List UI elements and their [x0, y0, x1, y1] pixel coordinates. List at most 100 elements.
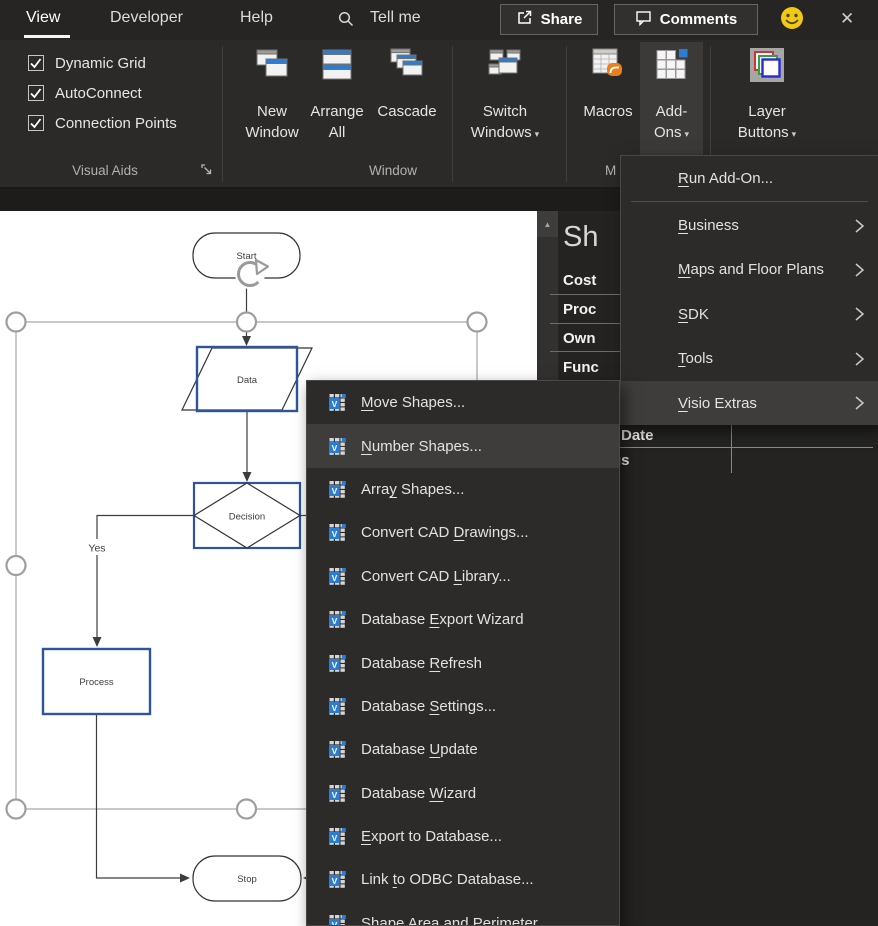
yes-connector-label: Yes [88, 543, 105, 555]
visio-addon-icon: V [329, 871, 346, 889]
menu-item-label: Link to ODBC Database... [361, 871, 534, 889]
menu-item-database-settings[interactable]: V Database Settings... [307, 685, 619, 728]
rotation-handle[interactable] [235, 258, 270, 289]
switch-windows-button[interactable]: Switch Windows ▾ [457, 42, 553, 160]
menu-item-sdk[interactable]: SDK [621, 292, 878, 336]
checkbox-connection-points[interactable]: Connection Points [0, 108, 177, 138]
menu-item-business[interactable]: Business [621, 203, 878, 247]
checkbox-autoconnect[interactable]: AutoConnect [0, 78, 177, 108]
visio-addon-icon: V [329, 741, 346, 759]
macros-label: Macros [583, 103, 633, 120]
panel-row-function: Func [563, 359, 599, 376]
add-ons-label: Add- [655, 103, 688, 120]
menu-item-run-add-on[interactable]: Run Add-On... [621, 156, 878, 200]
menu-item-shape-area-and-perimeter[interactable]: V Shape Area and Perimeter [307, 902, 619, 926]
menu-item-label: Run Add-On... [678, 169, 774, 187]
tab-view[interactable]: View [26, 9, 60, 27]
menu-item-label: Number Shapes... [361, 437, 482, 455]
menu-item-label: Shape Area and Perimeter [361, 914, 538, 926]
svg-text:V: V [332, 486, 338, 496]
menu-separator [631, 201, 868, 203]
menu-item-export-to-database[interactable]: V Export to Database... [307, 815, 619, 858]
menu-item-convert-cad-library[interactable]: V Convert CAD Library... [307, 555, 619, 598]
macros-icon [591, 48, 625, 84]
checkbox-dynamic-grid[interactable]: Dynamic Grid [0, 48, 177, 78]
menu-item-database-update[interactable]: V Database Update [307, 728, 619, 771]
menu-item-visio-extras[interactable]: Visio Extras [621, 380, 878, 426]
menu-item-label: Tools [678, 350, 714, 368]
share-button[interactable]: Share [500, 4, 598, 35]
new-window-button[interactable]: New Window [237, 42, 307, 160]
visio-addon-icon: V [329, 524, 346, 542]
menu-item-label: Move Shapes... [361, 394, 466, 412]
menu-item-label: Database Refresh [361, 654, 482, 672]
panel-heading: Sh [563, 221, 599, 253]
visual-aids-group: Dynamic Grid AutoConnect Connection Points [0, 48, 177, 138]
tab-help[interactable]: Help [240, 9, 273, 27]
submenu-chevron-icon [855, 395, 864, 411]
close-button[interactable]: ✕ [840, 9, 854, 29]
process-label: Process [79, 677, 114, 688]
arrange-all-button[interactable]: Arrange All [307, 42, 367, 160]
menu-item-database-wizard[interactable]: V Database Wizard [307, 772, 619, 815]
search-icon[interactable] [337, 10, 355, 33]
menu-item-tools[interactable]: Tools [621, 337, 878, 381]
new-window-icon [254, 48, 290, 86]
arrange-all-label: Arrange [310, 103, 364, 120]
menu-item-array-shapes[interactable]: V Array Shapes... [307, 468, 619, 511]
visio-addon-icon: V [329, 828, 346, 845]
visio-addon-icon: V [329, 784, 346, 802]
group-label-visual-aids: Visual Aids [72, 163, 138, 178]
tab-developer[interactable]: Developer [110, 9, 183, 27]
visio-addon-icon: V [329, 437, 346, 455]
share-icon [516, 9, 533, 30]
group-label-macros-fragment: M [605, 163, 617, 178]
connector-arrowheads [92, 336, 313, 883]
layer-buttons-label: Layer [748, 103, 786, 120]
checkbox-icon [28, 55, 44, 71]
visio-window: { "icons": {"dropdown":"▾","scroll_up":"… [0, 0, 878, 926]
menu-item-label: Export to Database... [361, 828, 502, 846]
add-ons-button[interactable]: Add- Ons ▾ [640, 42, 703, 155]
submenu-chevron-icon [855, 351, 864, 367]
dropdown-arrow-icon: ▾ [684, 129, 690, 139]
menu-item-maps-and-floor-plans[interactable]: Maps and Floor Plans [621, 248, 878, 292]
menu-item-convert-cad-drawings[interactable]: V Convert CAD Drawings... [307, 511, 619, 554]
svg-text:V: V [332, 573, 338, 583]
svg-text:V: V [332, 659, 338, 669]
menu-item-label: Database Settings... [361, 697, 497, 715]
menu-item-link-to-odbc-database[interactable]: V Link to ODBC Database... [307, 858, 619, 901]
checkbox-icon [28, 115, 44, 131]
menu-item-number-shapes[interactable]: V Number Shapes... [307, 424, 619, 468]
menu-item-move-shapes[interactable]: V Move Shapes... [307, 381, 619, 424]
stop-label: Stop [237, 874, 257, 885]
svg-text:V: V [332, 876, 338, 886]
group-inner-separator [452, 46, 453, 182]
tell-me-box[interactable]: Tell me [370, 9, 421, 27]
arrange-all-icon [319, 48, 355, 86]
feedback-smiley-icon[interactable] [779, 5, 805, 36]
panel-row-cost: Cost [563, 272, 597, 289]
menu-item-label: Maps and Floor Plans [678, 261, 824, 279]
switch-windows-label: Switch [482, 103, 528, 120]
panel-grid-vline [731, 425, 732, 473]
cascade-button[interactable]: Cascade [367, 42, 447, 160]
menu-item-label: Database Export Wizard [361, 611, 524, 629]
layer-buttons-icon [749, 48, 785, 88]
menu-item-label: Convert CAD Drawings... [361, 524, 529, 542]
visio-addon-icon: V [329, 394, 346, 411]
menu-item-database-export-wizard[interactable]: V Database Export Wizard [307, 598, 619, 641]
submenu-chevron-icon [855, 262, 864, 278]
visio-addon-icon: V [329, 567, 346, 585]
scroll-up-button[interactable]: ▲ [537, 211, 558, 237]
comments-button[interactable]: Comments [614, 4, 758, 35]
menu-item-database-refresh[interactable]: V Database Refresh [307, 641, 619, 684]
submenu-chevron-icon [855, 306, 864, 322]
menu-item-label: Visio Extras [678, 394, 757, 412]
flowchart-shapes [41, 232, 313, 902]
menu-item-label: Array Shapes... [361, 480, 465, 498]
layer-buttons-button[interactable]: Layer Buttons ▾ [714, 42, 820, 160]
dialog-launcher-icon[interactable] [200, 163, 213, 181]
macros-button[interactable]: Macros [577, 42, 639, 160]
switch-windows-icon [487, 48, 523, 86]
